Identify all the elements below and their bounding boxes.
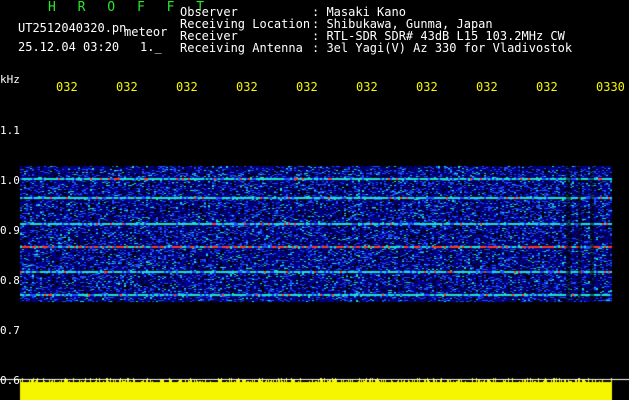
y-tick-label: 0.9 [0,224,20,237]
antenna-label: Receiving Antenna [180,41,303,55]
x-tick-label: 032 [116,80,138,94]
y-tick-label: 0.8 [0,274,20,287]
mode-label: meteor [124,25,168,39]
x-tick-label: 032 [176,80,198,94]
x-tick-label: 032 [356,80,378,94]
x-tick-label: 032 [56,80,78,94]
x-tick-label: 032 [536,80,558,94]
x-tick-label: 032 [476,80,498,94]
y-tick-label: 1.0 [0,174,20,187]
y-tick-label: 1.1 [0,124,20,137]
file-name: UT2512040320.pn [18,21,127,35]
timestamp: 25.12.04 03:20 [18,40,120,54]
antenna-value: : 3el Yagi(V) Az 330 for Vladivostok [312,41,573,55]
frame-index: 1._ [140,40,162,54]
y-axis-unit: kHz [0,73,20,86]
spectrogram-canvas [0,0,629,400]
y-tick-label: 0.7 [0,324,20,337]
x-tick-label: 032 [236,80,258,94]
x-tick-label: 032 [296,80,318,94]
y-tick-label: 0.6 [0,374,20,387]
x-tick-label: 0330 [596,80,625,94]
x-tick-label: 032 [416,80,438,94]
